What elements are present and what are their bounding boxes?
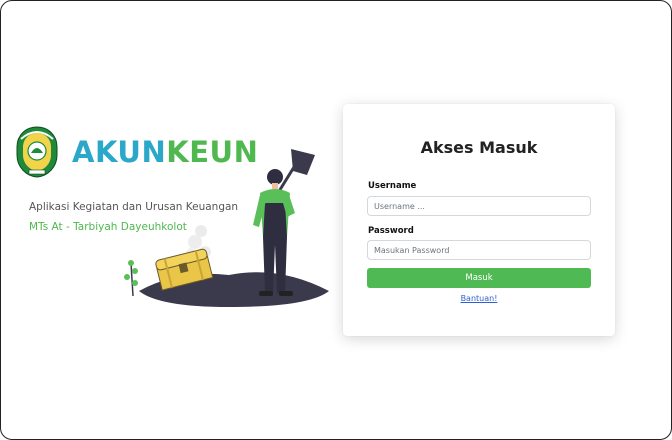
username-label: Username — [368, 181, 417, 191]
login-submit-button[interactable]: Masuk — [367, 268, 591, 288]
school-emblem-icon — [16, 126, 58, 178]
login-card: Akses Masuk Username Password Masuk Bant… — [343, 104, 615, 336]
app-window: AKUNKEUN Aplikasi Kegiatan dan Urusan Ke… — [0, 0, 672, 440]
login-title: Akses Masuk — [420, 138, 538, 157]
worker-with-shovel-and-treasure-chest-icon — [124, 149, 329, 307]
username-input[interactable] — [367, 196, 591, 216]
help-link[interactable]: Bantuan! — [343, 294, 615, 303]
password-input[interactable] — [367, 240, 591, 260]
password-label: Password — [368, 226, 414, 236]
